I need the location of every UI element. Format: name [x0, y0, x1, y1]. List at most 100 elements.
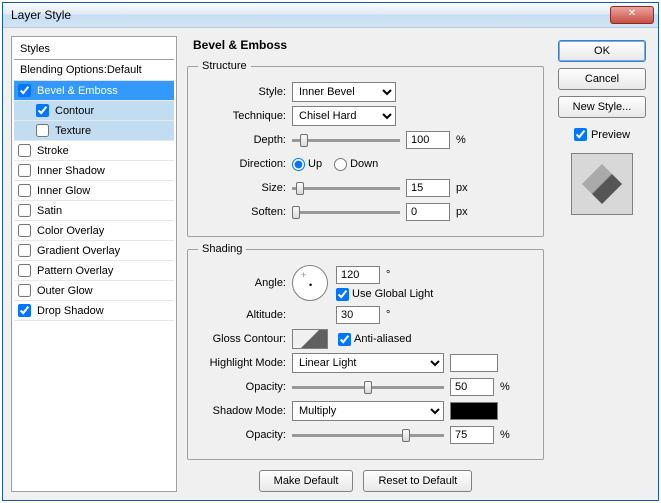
highlight-mode-select[interactable]: Linear Light	[292, 353, 444, 373]
style-select[interactable]: Inner Bevel	[292, 82, 396, 102]
global-light-checkbox[interactable]: Use Global Light	[336, 288, 433, 301]
style-list: Bevel & Emboss Contour Texture Stroke Inner …	[14, 81, 174, 489]
soften-slider[interactable]	[292, 203, 400, 221]
style-item-label: Color Overlay	[37, 225, 104, 237]
style-item-inner-glow[interactable]: Inner Glow	[14, 181, 174, 201]
angle-wheel[interactable]	[292, 265, 328, 301]
cancel-button[interactable]: Cancel	[558, 68, 646, 90]
new-style-button[interactable]: New Style...	[558, 96, 646, 118]
style-item-label: Gradient Overlay	[37, 245, 120, 257]
style-item-drop-shadow[interactable]: Drop Shadow	[14, 301, 174, 321]
shadow-mode-select[interactable]: Multiply	[292, 401, 444, 421]
style-checkbox[interactable]	[18, 224, 31, 237]
gloss-label: Gloss Contour:	[198, 333, 286, 345]
size-input[interactable]: 15	[406, 179, 450, 197]
styles-panel: Styles Blending Options:Default Bevel & …	[11, 36, 177, 492]
depth-unit: %	[456, 134, 466, 146]
size-slider[interactable]	[292, 179, 400, 197]
direction-up-radio[interactable]: Up	[292, 158, 322, 171]
preview-thumbnail	[571, 153, 633, 215]
shadow-opacity-input[interactable]: 75	[450, 426, 494, 444]
style-item-satin[interactable]: Satin	[14, 201, 174, 221]
shadow-opacity-unit: %	[500, 429, 510, 441]
altitude-input[interactable]: 30	[336, 306, 380, 324]
ok-button[interactable]: OK	[558, 40, 646, 62]
shading-group: Shading Angle: 120 ° Use Global Light Al…	[187, 243, 544, 460]
depth-slider[interactable]	[292, 131, 400, 149]
highlight-opacity-unit: %	[500, 381, 510, 393]
preview-checkbox[interactable]: Preview	[574, 128, 630, 141]
style-checkbox[interactable]	[18, 304, 31, 317]
shading-legend: Shading	[198, 243, 246, 255]
depth-input[interactable]: 100	[406, 131, 450, 149]
technique-label: Technique:	[198, 110, 286, 122]
style-checkbox[interactable]	[18, 84, 31, 97]
style-item-label: Stroke	[37, 145, 69, 157]
style-label: Style:	[198, 86, 286, 98]
altitude-label: Altitude:	[198, 309, 286, 321]
angle-input[interactable]: 120	[336, 266, 380, 284]
make-default-button[interactable]: Make Default	[259, 470, 354, 492]
style-item-label: Bevel & Emboss	[37, 85, 118, 97]
style-item-color-overlay[interactable]: Color Overlay	[14, 221, 174, 241]
style-item-label: Texture	[55, 125, 91, 137]
antialiased-checkbox[interactable]: Anti-aliased	[338, 333, 411, 346]
style-item-texture[interactable]: Texture	[14, 121, 174, 141]
size-label: Size:	[198, 182, 286, 194]
soften-input[interactable]: 0	[406, 203, 450, 221]
down-radio-input[interactable]	[334, 158, 347, 171]
structure-group: Structure Style: Inner Bevel Technique: …	[187, 60, 544, 237]
soften-label: Soften:	[198, 206, 286, 218]
layer-style-dialog: Layer Style ✕ Styles Blending Options:De…	[2, 2, 659, 501]
up-radio-input[interactable]	[292, 158, 305, 171]
shadow-opacity-slider[interactable]	[292, 426, 444, 444]
style-checkbox[interactable]	[18, 204, 31, 217]
content: Styles Blending Options:Default Bevel & …	[3, 28, 658, 500]
direction-down-radio[interactable]: Down	[334, 158, 378, 171]
highlight-opacity-slider[interactable]	[292, 378, 444, 396]
technique-select[interactable]: Chisel Hard	[292, 106, 396, 126]
shadow-color-swatch[interactable]	[450, 402, 498, 420]
angle-label: Angle:	[198, 277, 286, 289]
style-item-label: Pattern Overlay	[37, 265, 113, 277]
style-checkbox[interactable]	[18, 264, 31, 277]
style-item-bevel-emboss[interactable]: Bevel & Emboss	[14, 81, 174, 101]
style-checkbox[interactable]	[18, 244, 31, 257]
highlight-color-swatch[interactable]	[450, 354, 498, 372]
section-title: Bevel & Emboss	[185, 36, 546, 54]
gloss-contour-picker[interactable]	[292, 329, 328, 349]
window-title: Layer Style	[11, 8, 610, 22]
style-item-gradient-overlay[interactable]: Gradient Overlay	[14, 241, 174, 261]
style-checkbox[interactable]	[18, 164, 31, 177]
highlight-opacity-label: Opacity:	[198, 381, 286, 393]
style-item-contour[interactable]: Contour	[14, 101, 174, 121]
highlight-opacity-input[interactable]: 50	[450, 378, 494, 396]
styles-header[interactable]: Styles	[14, 39, 174, 60]
titlebar[interactable]: Layer Style ✕	[3, 3, 658, 28]
style-item-pattern-overlay[interactable]: Pattern Overlay	[14, 261, 174, 281]
blending-options[interactable]: Blending Options:Default	[14, 60, 174, 81]
depth-label: Depth:	[198, 134, 286, 146]
style-item-label: Inner Glow	[37, 185, 90, 197]
close-button[interactable]: ✕	[610, 6, 654, 24]
style-checkbox[interactable]	[36, 104, 49, 117]
style-item-inner-shadow[interactable]: Inner Shadow	[14, 161, 174, 181]
style-item-outer-glow[interactable]: Outer Glow	[14, 281, 174, 301]
highlight-mode-label: Highlight Mode:	[198, 357, 286, 369]
direction-label: Direction:	[198, 158, 286, 170]
reset-default-button[interactable]: Reset to Default	[363, 470, 472, 492]
structure-legend: Structure	[198, 60, 251, 72]
style-checkbox[interactable]	[18, 284, 31, 297]
style-item-label: Drop Shadow	[37, 305, 104, 317]
style-checkbox[interactable]	[36, 124, 49, 137]
style-item-label: Contour	[55, 105, 94, 117]
style-item-stroke[interactable]: Stroke	[14, 141, 174, 161]
altitude-unit: °	[386, 309, 390, 321]
style-checkbox[interactable]	[18, 184, 31, 197]
preview-shape-icon	[582, 164, 622, 204]
center-panel: Bevel & Emboss Structure Style: Inner Be…	[185, 36, 546, 492]
style-checkbox[interactable]	[18, 144, 31, 157]
style-item-label: Satin	[37, 205, 62, 217]
right-panel: OK Cancel New Style... Preview	[554, 36, 650, 492]
soften-unit: px	[456, 206, 468, 218]
